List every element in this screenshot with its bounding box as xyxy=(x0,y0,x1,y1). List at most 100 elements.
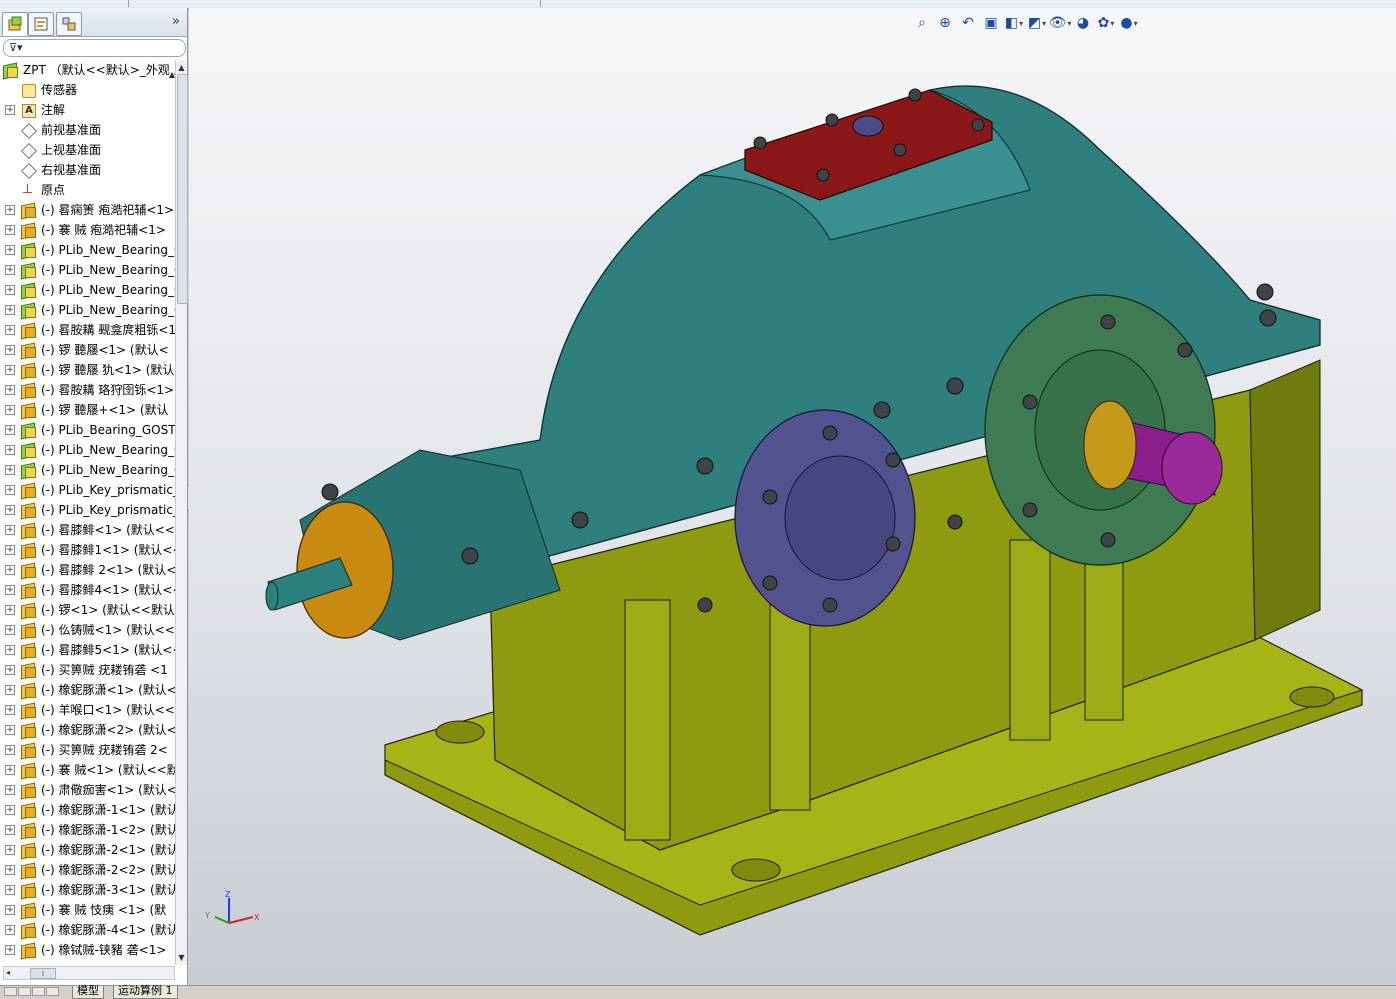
expand-toggle-icon[interactable]: + xyxy=(5,605,15,615)
expand-toggle-icon[interactable]: + xyxy=(5,685,15,695)
expand-toggle-icon[interactable]: + xyxy=(5,785,15,795)
tree-item[interactable]: + (-) 仫铸贼<1> (默认<<默 xyxy=(0,620,175,640)
tree-item[interactable]: + (-) PLib_New_Bearing_G xyxy=(0,260,175,280)
expand-toggle-icon[interactable]: + xyxy=(5,505,15,515)
expand-toggle-icon[interactable]: + xyxy=(5,485,15,495)
expand-toggle-icon[interactable]: + xyxy=(5,265,15,275)
tree-item[interactable]: + (-) 褰 贼<1> (默认<<默 xyxy=(0,760,175,780)
tree-item[interactable]: + (-) 晷痫箦 疱澔祀辅<1> xyxy=(0,200,175,220)
tree-item[interactable]: + (-) PLib_New_Bearing_G xyxy=(0,440,175,460)
featuremanager-tab[interactable] xyxy=(2,12,28,36)
expand-toggle-icon[interactable]: + xyxy=(5,325,15,335)
tree-item[interactable]: + (-) 橡鈮豚潇-3<1> (默认 xyxy=(0,880,175,900)
tree-item[interactable]: + (-) 晷膝鲱5<1> (默认<< xyxy=(0,640,175,660)
expand-toggle-icon[interactable]: + xyxy=(5,885,15,895)
scrollbar-thumb[interactable] xyxy=(177,74,188,304)
expand-toggle-icon[interactable]: + xyxy=(5,205,15,215)
tree-item[interactable]: + (-) PLib_New_Bearing_G xyxy=(0,280,175,300)
tree-item[interactable]: + (-) 褰 贼 忮痍 <1> (默 xyxy=(0,900,175,920)
gearbox-3d-model[interactable] xyxy=(189,8,1396,985)
tree-item[interactable]: 前视基准面 xyxy=(0,120,175,140)
tree-item[interactable]: + (-) 锣 聽屦+<1> (默认 xyxy=(0,400,175,420)
tab-nav-first-icon[interactable] xyxy=(4,987,17,996)
tree-item[interactable]: + (-) 晷胺耩 觋龛庹粗铄<1 xyxy=(0,320,175,340)
tree-item[interactable]: + (-) 肃儆痂害<1> (默认< xyxy=(0,780,175,800)
scroll-up-arrow-icon[interactable]: ▲ xyxy=(176,62,187,73)
tree-item[interactable]: 右视基准面 xyxy=(0,160,175,180)
expand-toggle-icon[interactable]: + xyxy=(5,805,15,815)
tree-item[interactable]: 传感器 xyxy=(0,80,175,100)
graphics-area[interactable]: ⌕⊕↶▣◧◩👁◕✿● xyxy=(189,8,1396,985)
tree-filter-field[interactable]: ⊽▾ xyxy=(3,39,186,57)
tree-item[interactable]: + (-) 橡鈮豚潇-1<2> (默认 xyxy=(0,820,175,840)
tree-item[interactable]: + (-) 橡鈮豚潇<2> (默认< xyxy=(0,720,175,740)
expand-toggle-icon[interactable]: + xyxy=(5,625,15,635)
tree-item[interactable]: + (-) 晷膝鲱<1> (默认<<默 xyxy=(0,520,175,540)
tree-item[interactable]: + (-) PLib_New_Bearing_G xyxy=(0,300,175,320)
expand-toggle-icon[interactable]: + xyxy=(5,845,15,855)
expand-toggle-icon[interactable]: + xyxy=(5,825,15,835)
expand-toggle-icon[interactable]: + xyxy=(5,525,15,535)
tree-item[interactable]: + (-) 橡鈮豚潇-1<1> (默认 xyxy=(0,800,175,820)
tree-item[interactable]: + (-) 锣 聽屦 犰<1> (默认 xyxy=(0,360,175,380)
expand-toggle-icon[interactable]: + xyxy=(5,405,15,415)
tree-item[interactable]: + (-) 橡鈮豚潇-2<2> (默认 xyxy=(0,860,175,880)
expand-toggle-icon[interactable]: + xyxy=(5,745,15,755)
expand-toggle-icon[interactable]: + xyxy=(5,585,15,595)
expand-toggle-icon[interactable]: + xyxy=(5,445,15,455)
expand-toggle-icon[interactable]: + xyxy=(5,345,15,355)
tree-item[interactable]: + (-) 橡铽贼-铗豬 砻<1> xyxy=(0,940,175,960)
expand-toggle-icon[interactable]: + xyxy=(5,305,15,315)
tree-item[interactable]: + (-) 买箅贼 疣耧铕砻 <1 xyxy=(0,660,175,680)
tree-item[interactable]: + A 注解 xyxy=(0,100,175,120)
tree-item[interactable]: + (-) 羊喉口<1> (默认<<默 xyxy=(0,700,175,720)
expand-toggle-icon[interactable]: + xyxy=(5,545,15,555)
tree-item[interactable]: + (-) 晷膝鲱4<1> (默认<< xyxy=(0,580,175,600)
tree-item[interactable]: + (-) 晷膝鲱1<1> (默认<< xyxy=(0,540,175,560)
expand-toggle-icon[interactable]: + xyxy=(5,385,15,395)
tree-item[interactable]: + (-) 橡鈮豚潇-4<1> (默认 xyxy=(0,920,175,940)
propertymanager-tab[interactable] xyxy=(28,12,54,36)
scrollbar-thumb[interactable]: ⁞ xyxy=(30,968,56,979)
expand-toggle-icon[interactable]: + xyxy=(5,865,15,875)
expand-toggle-icon[interactable]: + xyxy=(5,565,15,575)
tree-item[interactable]: + (-) 晷胺耩 珞狩囹铄<1> xyxy=(0,380,175,400)
tree-item[interactable]: + (-) 买箅贼 疣耧铕砻 2< xyxy=(0,740,175,760)
tree-item[interactable]: 上视基准面 xyxy=(0,140,175,160)
expand-toggle-icon[interactable]: + xyxy=(5,665,15,675)
tree-root-assembly[interactable]: ZPT （默认<<默认>_外观 显 ▲ xyxy=(0,60,175,80)
configurationmanager-tab[interactable] xyxy=(56,12,82,36)
tree-item[interactable]: + (-) 晷膝鲱 2<1> (默认< xyxy=(0,560,175,580)
tree-horizontal-scrollbar[interactable]: ◂ ⁞ xyxy=(3,966,175,980)
expand-toggle-icon[interactable]: + xyxy=(5,705,15,715)
tree-item[interactable]: + (-) PLib_Bearing_GOST_ xyxy=(0,420,175,440)
tree-item[interactable]: + (-) 锣 聽屦<1> (默认< xyxy=(0,340,175,360)
expand-toggle-icon[interactable]: + xyxy=(5,105,15,115)
expand-toggle-icon[interactable]: + xyxy=(5,425,15,435)
expand-toggle-icon[interactable]: + xyxy=(5,365,15,375)
expand-toggle-icon[interactable]: + xyxy=(5,465,15,475)
expand-toggle-icon[interactable]: + xyxy=(5,905,15,915)
tree-item[interactable]: + (-) PLib_Key_prismatic_ xyxy=(0,500,175,520)
tree-item[interactable]: + (-) PLib_New_Bearing_G xyxy=(0,240,175,260)
expand-toggle-icon[interactable]: + xyxy=(5,725,15,735)
tree-item[interactable]: + (-) 锣<1> (默认<<默认 xyxy=(0,600,175,620)
tab-nav-next-icon[interactable] xyxy=(32,987,45,996)
expand-toggle-icon[interactable]: + xyxy=(5,245,15,255)
collapse-panel-button[interactable]: » xyxy=(169,14,183,30)
tree-item[interactable]: + (-) 橡鈮豚潇-2<1> (默认 xyxy=(0,840,175,860)
tree-item[interactable]: + (-) PLib_Key_prismatic_ xyxy=(0,480,175,500)
tree-item[interactable]: + (-) 橡鈮豚潇<1> (默认< xyxy=(0,680,175,700)
expand-toggle-icon[interactable]: + xyxy=(5,285,15,295)
expand-toggle-icon[interactable]: + xyxy=(5,645,15,655)
expand-toggle-icon[interactable]: + xyxy=(5,765,15,775)
tree-vertical-scrollbar[interactable]: ▲ ▼ xyxy=(175,60,188,965)
expand-toggle-icon[interactable]: + xyxy=(5,925,15,935)
tree-item[interactable]: + (-) 褰 贼 疱澔祀辅<1> xyxy=(0,220,175,240)
expand-toggle-icon[interactable]: + xyxy=(5,225,15,235)
tree-item[interactable]: + (-) PLib_New_Bearing_G xyxy=(0,460,175,480)
scroll-left-arrow-icon[interactable]: ◂ xyxy=(6,967,10,979)
tab-nav-prev-icon[interactable] xyxy=(18,987,31,996)
tab-nav-last-icon[interactable] xyxy=(46,987,59,996)
scroll-down-arrow-icon[interactable]: ▼ xyxy=(176,952,187,963)
